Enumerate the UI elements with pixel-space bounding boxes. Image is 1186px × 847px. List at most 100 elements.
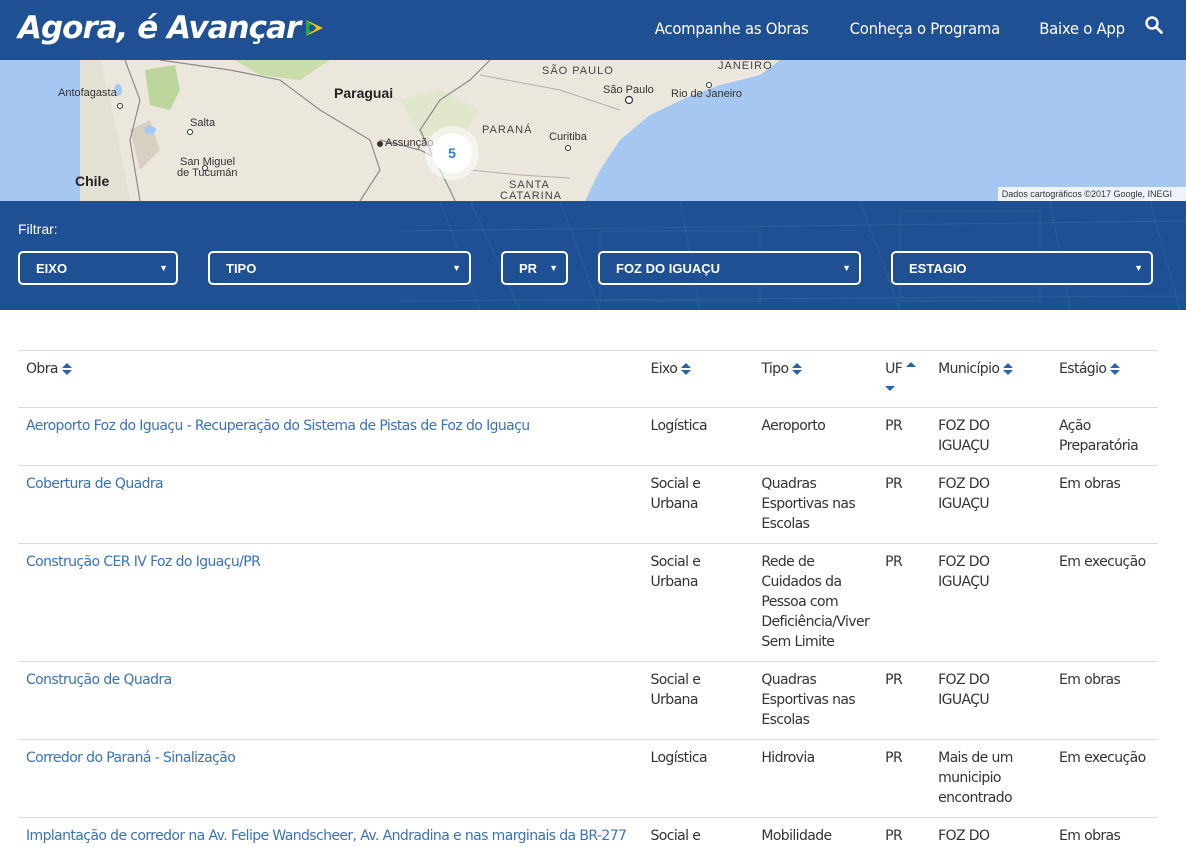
sort-both-icon (681, 363, 692, 375)
obra-link[interactable]: Construção CER IV Foz do Iguaçu/PR (18, 543, 643, 662)
obra-link[interactable]: Corredor do Paraná - Sinalização (18, 739, 643, 818)
uf-select[interactable]: PR ▼ (501, 251, 568, 285)
map-label-catarina: CATARINA (500, 190, 562, 201)
map-label-janeiro: JANEIRO (718, 60, 773, 72)
map[interactable]: Antofagasta Paraguai SÃO PAULO JANEIRO S… (0, 60, 1186, 201)
cell-municipio: Mais de um municipio encontrado (930, 739, 1051, 818)
obra-link[interactable]: Construção de Quadra (18, 661, 643, 740)
header-label: Obra (26, 361, 58, 377)
cell-estagio: Em execução (1051, 543, 1158, 662)
cell-uf: PR (877, 739, 931, 818)
chevron-down-icon: ▼ (842, 263, 851, 273)
sort-both-icon (61, 363, 72, 375)
nav-conheca-programa[interactable]: Conheça o Programa (850, 19, 1001, 38)
filter-bar: Filtrar: EIXO ▼ TIPO ▼ PR ▼ FOZ DO IGUAÇ… (0, 201, 1186, 310)
sort-both-icon (792, 363, 803, 375)
map-label-paraguai: Paraguai (334, 85, 394, 101)
table-row: Construção de Quadra Social e Urbana Qua… (18, 661, 1158, 740)
header-label: Estágio (1059, 361, 1107, 377)
map-label-parana: PARANÁ (482, 124, 533, 136)
cell-eixo: Social e Urbana (642, 465, 754, 544)
cell-uf: PR (877, 465, 931, 544)
nav-baixe-app[interactable]: Baixe o App (1039, 19, 1125, 38)
cell-tipo: Hidrovia (753, 739, 878, 818)
column-header-obra[interactable]: Obra (18, 350, 643, 408)
cell-uf: PR (877, 407, 931, 466)
map-terrain (80, 60, 1186, 201)
search-icon[interactable] (1144, 15, 1164, 35)
cell-tipo: Rede de Cuidados da Pessoa com Deficiênc… (753, 543, 878, 662)
table-row: Construção CER IV Foz do Iguaçu/PR Socia… (18, 543, 1158, 662)
map-label-rio: Rio de Janeiro (671, 88, 742, 100)
sort-both-icon (1003, 363, 1014, 375)
nav-acompanhe-obras[interactable]: Acompanhe as Obras (655, 19, 809, 38)
cell-tipo: Mobilidade Urbana (753, 817, 878, 847)
obra-link[interactable]: Aeroporto Foz do Iguaçu - Recuperação do… (18, 407, 643, 466)
map-cluster-marker[interactable]: 5 (425, 126, 479, 180)
obra-link[interactable]: Implantação de corredor na Av. Felipe Wa… (18, 817, 643, 847)
chevron-down-icon: ▼ (1134, 263, 1143, 273)
chevron-down-icon: ▼ (452, 263, 461, 273)
column-header-estagio[interactable]: Estágio (1051, 350, 1158, 408)
logo-text: Agora, é Avançar (18, 10, 301, 46)
cell-estagio: Em obras (1051, 661, 1158, 740)
tipo-select[interactable]: TIPO ▼ (208, 251, 471, 285)
cell-eixo: Social e Urbana (642, 661, 754, 740)
cell-estagio: Em execução (1051, 739, 1158, 818)
filter-label: Filtrar: (18, 221, 58, 237)
cell-uf: PR (877, 817, 931, 847)
cell-estagio: Ação Preparatória (1051, 407, 1158, 466)
header-label: Município (938, 361, 1000, 377)
cell-tipo: Aeroporto (753, 407, 878, 466)
map-label-sao-paulo-state: SÃO PAULO (542, 65, 614, 77)
cell-uf: PR (877, 543, 931, 662)
cell-eixo: Logística (642, 739, 754, 818)
cell-municipio: FOZ DO IGUAÇU (930, 543, 1051, 662)
cell-eixo: Logística (642, 407, 754, 466)
cell-tipo: Quadras Esportivas nas Escolas (753, 465, 878, 544)
table-header-row: Obra Eixo Tipo UF Município Estágio (18, 350, 1158, 408)
cluster-count: 5 (432, 133, 472, 173)
cell-tipo: Quadras Esportivas nas Escolas (753, 661, 878, 740)
header-label: UF (885, 361, 903, 377)
map-label-antofagasta: Antofagasta (58, 87, 117, 99)
eixo-select-value: EIXO (36, 260, 68, 276)
cell-municipio: FOZ DO IGUAÇU (930, 661, 1051, 740)
eixo-select[interactable]: EIXO ▼ (18, 251, 178, 285)
cell-estagio: Em obras (1051, 465, 1158, 544)
cell-eixo: Social e Urbana (642, 817, 754, 847)
map-label-salta: Salta (190, 117, 216, 129)
table-row: Corredor do Paraná - Sinalização Logísti… (18, 739, 1158, 818)
column-header-eixo[interactable]: Eixo (642, 350, 754, 408)
map-label-curitiba: Curitiba (549, 131, 587, 143)
municipio-select[interactable]: FOZ DO IGUAÇU ▼ (598, 251, 861, 285)
sort-asc-icon (906, 362, 917, 367)
sort-both-icon (1110, 363, 1121, 375)
cell-municipio: FOZ DO IGUAÇU (930, 465, 1051, 544)
table-row: Cobertura de Quadra Social e Urbana Quad… (18, 465, 1158, 544)
column-header-uf[interactable]: UF (877, 350, 931, 408)
chevron-down-icon: ▼ (549, 263, 558, 273)
map-label-chile: Chile (75, 173, 110, 189)
cell-municipio: FOZ DO IGUAÇU (930, 817, 1051, 847)
header-label: Tipo (761, 361, 789, 377)
column-header-municipio[interactable]: Município (930, 350, 1051, 408)
cell-eixo: Social e Urbana (642, 543, 754, 662)
estagio-select[interactable]: ESTAGIO ▼ (891, 251, 1153, 285)
tipo-select-value: TIPO (226, 260, 257, 276)
table-row: Aeroporto Foz do Iguaçu - Recuperação do… (18, 407, 1158, 466)
column-header-tipo[interactable]: Tipo (753, 350, 878, 408)
uf-select-value: PR (519, 260, 538, 276)
obra-link[interactable]: Cobertura de Quadra (18, 465, 643, 544)
site-logo[interactable]: Agora, é Avançar (18, 6, 325, 50)
map-attribution: Dados cartográficos ©2017 Google, INEGI (997, 187, 1186, 201)
site-header: Agora, é Avançar Acompanhe as Obras Conh… (0, 0, 1186, 60)
cell-municipio: FOZ DO IGUAÇU (930, 407, 1051, 466)
map-label-de-tucuman: de Tucumán (177, 167, 238, 179)
obras-table: Obra Eixo Tipo UF Município Estágio Aero… (18, 350, 1158, 847)
cell-uf: PR (877, 661, 931, 740)
map-label-sao-paulo: São Paulo (603, 84, 654, 96)
table-row: Implantação de corredor na Av. Felipe Wa… (18, 817, 1158, 847)
header-label: Eixo (650, 361, 678, 377)
estagio-select-value: ESTAGIO (909, 260, 967, 276)
